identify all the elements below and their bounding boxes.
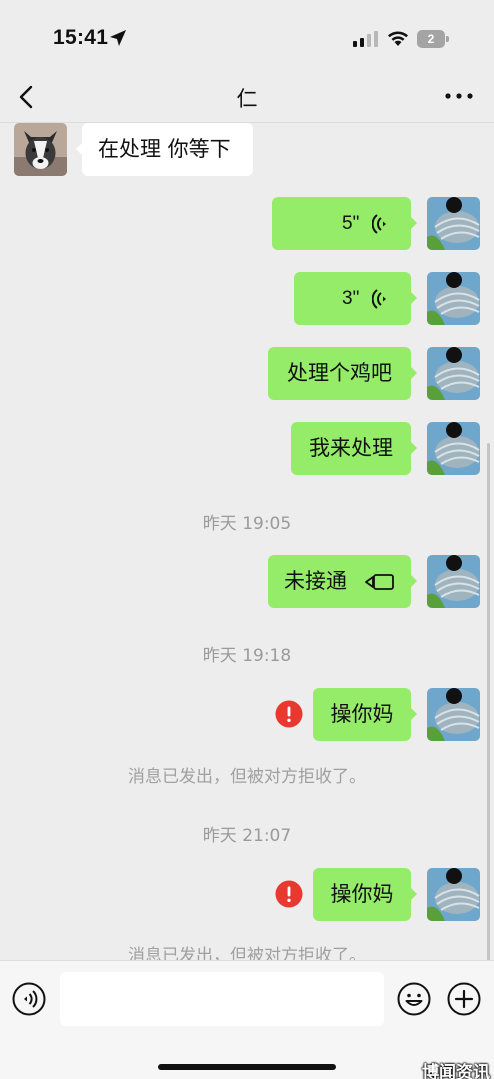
home-indicator <box>158 1064 336 1070</box>
my-avatar[interactable] <box>427 688 480 741</box>
message-bubble-outgoing[interactable]: 我来处理 <box>291 422 417 475</box>
send-failed-icon[interactable] <box>275 880 303 908</box>
message-list[interactable]: 在处理 你等下 5" 3" 处理个鸡吧 我来处理 昨天 19:05 未接通 昨天… <box>0 123 494 960</box>
status-time: 15:41 <box>53 26 109 49</box>
voice-message-bubble[interactable]: 3" <box>294 272 417 325</box>
call-status-text: 未接通 <box>284 569 347 593</box>
battery-tip <box>446 36 449 42</box>
scrollbar[interactable] <box>487 443 490 960</box>
battery-icon: 2 <box>417 30 450 48</box>
my-avatar[interactable] <box>427 422 480 475</box>
message-bubble-incoming[interactable]: 在处理 你等下 <box>76 123 253 176</box>
message-input[interactable] <box>60 972 384 1026</box>
battery-level: 2 <box>417 30 445 48</box>
emoji-icon[interactable] <box>397 982 431 1016</box>
message-bubble-outgoing[interactable]: 操你妈 <box>313 868 417 921</box>
message-text: 操你妈 <box>330 882 394 906</box>
location-arrow-icon <box>110 30 126 46</box>
timestamp: 昨天 21:07 <box>202 826 292 846</box>
timestamp: 昨天 19:05 <box>202 514 292 534</box>
video-call-bubble[interactable]: 未接通 <box>268 555 417 608</box>
voice-duration: 3" <box>342 288 360 309</box>
voice-wave-icon <box>372 214 386 234</box>
plus-icon[interactable] <box>447 982 481 1016</box>
timestamp: 昨天 19:18 <box>202 646 292 666</box>
my-avatar[interactable] <box>427 347 480 400</box>
my-avatar[interactable] <box>427 197 480 250</box>
my-avatar[interactable] <box>427 868 480 921</box>
message-bubble-outgoing[interactable]: 操你妈 <box>313 688 417 741</box>
contact-avatar[interactable] <box>14 123 67 176</box>
voice-duration: 5" <box>342 213 360 234</box>
message-text: 操你妈 <box>330 702 394 726</box>
chat-title: 仁 <box>236 87 258 111</box>
my-avatar[interactable] <box>427 555 480 608</box>
status-bar: 15:41 2 <box>0 0 494 75</box>
more-dots-icon[interactable] <box>444 91 474 101</box>
wifi-icon <box>388 31 408 46</box>
message-text: 在处理 你等下 <box>98 137 231 161</box>
message-bubble-outgoing[interactable]: 处理个鸡吧 <box>268 347 417 400</box>
cellular-signal-icon <box>353 31 378 47</box>
my-avatar[interactable] <box>427 272 480 325</box>
rejected-notice: 消息已发出，但被对方拒收了。 <box>128 946 366 960</box>
voice-message-bubble[interactable]: 5" <box>272 197 417 250</box>
nav-bar: 仁 <box>0 75 494 119</box>
message-text: 处理个鸡吧 <box>287 361 392 385</box>
chat-screen: 15:41 2 仁 在处理 你等下 5" 3" 处理个鸡吧 我来处理 昨天 19… <box>0 0 494 1079</box>
video-call-icon <box>365 574 394 590</box>
input-bar <box>0 960 494 1079</box>
voice-wave-icon <box>372 289 386 309</box>
send-failed-icon[interactable] <box>275 700 303 728</box>
message-text: 我来处理 <box>309 436 393 460</box>
watermark-text: 博闻资讯 <box>422 1063 490 1079</box>
rejected-notice: 消息已发出，但被对方拒收了。 <box>128 767 366 787</box>
voice-toggle-icon[interactable] <box>12 982 46 1016</box>
